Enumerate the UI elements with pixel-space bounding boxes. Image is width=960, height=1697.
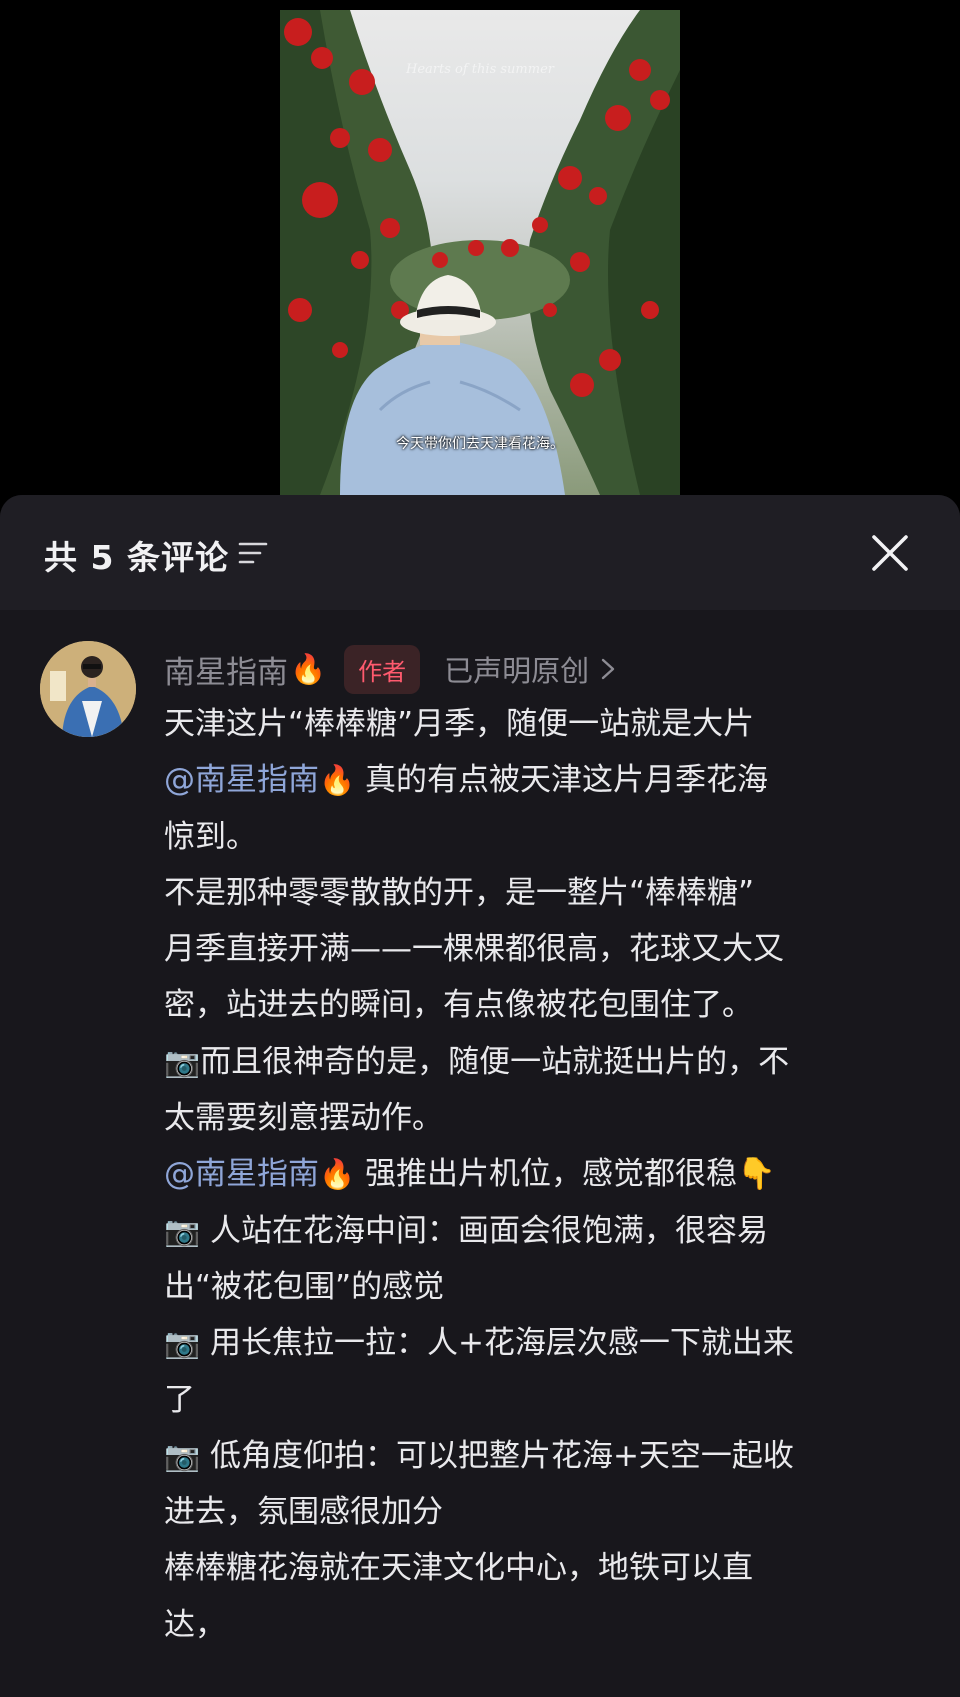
close-x-icon[interactable] (868, 531, 912, 575)
mention-link[interactable]: @南星指南 (164, 762, 319, 798)
comment-line-text: 真的有点被天津这片月季花海 (355, 762, 768, 799)
comment-line-text: 惊到。 (164, 818, 257, 855)
comment-line: 太需要刻意摆动作。 (164, 1090, 934, 1146)
comment-line: 📷 用长焦拉一拉：人+花海层次感一下就出来 (164, 1315, 934, 1371)
comment-line-text: 人站在花海中间：画面会很饱满，很容易 (200, 1212, 768, 1249)
comment-line-text: 低角度仰拍：可以把整片花海+天空一起收 (200, 1437, 794, 1474)
avatar-person-image (40, 641, 136, 737)
comment-meta-row: 南星指南 🔥 作者 已声明原创 (164, 644, 615, 694)
mention-link[interactable]: @南星指南 (164, 1156, 319, 1192)
comment-line-text: 出“被花包围”的感觉 (164, 1268, 445, 1305)
comment-line-text: 达， (164, 1606, 226, 1643)
comment-line: 📷 低角度仰拍：可以把整片花海+天空一起收 (164, 1428, 934, 1484)
comments-panel: 共 5 条评论 南星指南 🔥 作者 已声明原创 天津这片“棒棒糖”月季，随便一站… (0, 495, 960, 1697)
comment-line: 惊到。 (164, 809, 934, 865)
comments-header: 共 5 条评论 (0, 495, 960, 610)
author-badge: 作者 (344, 644, 421, 694)
comment-line: 📷 人站在花海中间：画面会很饱满，很容易 (164, 1203, 934, 1259)
avatar[interactable] (40, 641, 136, 737)
original-declared-link[interactable]: 已声明原创 (444, 648, 615, 690)
comment-line-text: 月季直接开满——一棵棵都很高，花球又大又 (164, 931, 784, 968)
comment-line: 了 (164, 1372, 934, 1428)
original-declared-label: 已声明原创 (444, 654, 590, 688)
fire-emoji-icon: 🔥 (319, 763, 356, 798)
comment-line: 进去，氛围感很加分 (164, 1484, 934, 1540)
comment-line: 达， (164, 1597, 934, 1653)
comment-line-text: 棒棒糖花海就在天津文化中心，地铁可以直 (164, 1550, 753, 1587)
fire-emoji-icon: 🔥 (319, 1157, 356, 1192)
comment-line-text: 用长焦拉一拉：人+花海层次感一下就出来 (200, 1325, 794, 1362)
sort-lines-icon[interactable] (238, 541, 268, 565)
comment-line: 月季直接开满——一棵棵都很高，花球又大又 (164, 921, 934, 977)
video-thumbnail[interactable]: Hearts of this summer 今天带你们去天津看花海。 (280, 10, 680, 495)
comment-line-text: 天津这片“棒棒糖”月季，随便一站就是大片 (164, 706, 755, 742)
comment-line-text: 不是那种零零散散的开，是一整片“棒棒糖” (164, 874, 755, 911)
comment-line: 密，站进去的瞬间，有点像被花包围住了。 (164, 977, 934, 1033)
camera-emoji-icon: 📷 (164, 1326, 201, 1361)
comment-line: 棒棒糖花海就在天津文化中心，地铁可以直 (164, 1540, 934, 1596)
video-script-overlay: Hearts of this summer (406, 62, 554, 77)
comment-line: @南星指南🔥 真的有点被天津这片月季花海 (164, 752, 934, 808)
comment-line: 不是那种零零散散的开，是一整片“棒棒糖” (164, 865, 934, 921)
fire-emoji-icon: 🔥 (290, 651, 327, 686)
comment-line-text: 进去，氛围感很加分 (164, 1494, 443, 1531)
comment-line-text: 太需要刻意摆动作。 (164, 1100, 443, 1137)
comment-line-text: 了 (164, 1381, 195, 1418)
comment-line: 📷而且很神奇的是，随便一站就挺出片的，不 (164, 1034, 934, 1090)
camera-emoji-icon: 📷 (164, 1044, 201, 1079)
chevron-right-icon (601, 658, 615, 680)
rose-garden-photo (280, 10, 680, 495)
comment-text: 天津这片“棒棒糖”月季，随便一站就是大片 @南星指南🔥 真的有点被天津这片月季花海… (164, 696, 934, 1653)
comment-line: 天津这片“棒棒糖”月季，随便一站就是大片 (164, 696, 934, 752)
video-area[interactable]: Hearts of this summer 今天带你们去天津看花海。 (0, 0, 960, 505)
camera-emoji-icon: 📷 (164, 1213, 201, 1248)
comment-line-text: 而且很神奇的是，随便一站就挺出片的，不 (200, 1043, 790, 1080)
comments-count-title: 共 5 条评论 (44, 538, 229, 577)
comment-line-text: 强推出片机位，感觉都很稳👇 (355, 1156, 776, 1193)
camera-emoji-icon: 📷 (164, 1438, 201, 1473)
author-name[interactable]: 南星指南 (164, 647, 288, 692)
comment-line: @南星指南🔥 强推出片机位，感觉都很稳👇 (164, 1146, 934, 1202)
comment-line: 出“被花包围”的感觉 (164, 1259, 934, 1315)
comment-line-text: 密，站进去的瞬间，有点像被花包围住了。 (164, 987, 753, 1024)
video-caption: 今天带你们去天津看花海。 (396, 436, 564, 452)
